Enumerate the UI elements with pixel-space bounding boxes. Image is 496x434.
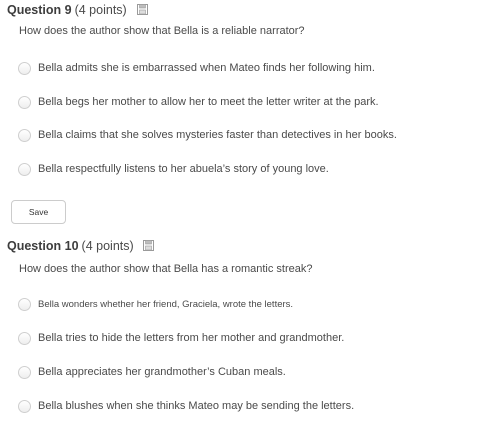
answer-option-1[interactable]: Bella wonders whether her friend, Gracie…	[18, 295, 293, 313]
answer-option-3[interactable]: Bella appreciates her grandmother’s Cuba…	[18, 363, 286, 381]
question-header: Question 10 (4 points)	[7, 239, 134, 253]
floppy-disk-icon[interactable]	[137, 4, 148, 15]
question-points: (4 points)	[74, 3, 127, 17]
question-header: Question 9 (4 points)	[7, 3, 127, 17]
option-label: Bella claims that she solves mysteries f…	[38, 129, 397, 141]
question-title: Question 10	[7, 239, 79, 253]
answer-option-2[interactable]: Bella tries to hide the letters from her…	[18, 329, 344, 347]
radio-button[interactable]	[18, 95, 31, 109]
option-label: Bella appreciates her grandmother’s Cuba…	[38, 366, 286, 378]
save-button[interactable]: Save	[11, 200, 66, 224]
radio-button[interactable]	[18, 331, 31, 345]
answer-option-4[interactable]: Bella blushes when she thinks Mateo may …	[18, 397, 354, 415]
question-points: (4 points)	[81, 239, 134, 253]
radio-button[interactable]	[18, 128, 31, 142]
question-prompt: How does the author show that Bella is a…	[19, 25, 305, 37]
option-label: Bella admits she is embarrassed when Mat…	[38, 62, 375, 74]
answer-option-4[interactable]: Bella respectfully listens to her abuela…	[18, 160, 329, 178]
radio-button[interactable]	[18, 399, 31, 413]
radio-button[interactable]	[18, 365, 31, 379]
option-label: Bella begs her mother to allow her to me…	[38, 96, 379, 108]
answer-option-1[interactable]: Bella admits she is embarrassed when Mat…	[18, 59, 375, 77]
option-label: Bella tries to hide the letters from her…	[38, 332, 345, 344]
question-prompt: How does the author show that Bella has …	[19, 263, 313, 275]
answer-option-2[interactable]: Bella begs her mother to allow her to me…	[18, 93, 379, 111]
radio-button[interactable]	[18, 297, 31, 311]
question-title: Question 9	[7, 3, 72, 17]
option-label: Bella blushes when she thinks Mateo may …	[38, 400, 355, 412]
floppy-disk-icon[interactable]	[143, 240, 154, 251]
option-label: Bella respectfully listens to her abuela…	[38, 163, 329, 175]
radio-button[interactable]	[18, 61, 31, 75]
radio-button[interactable]	[18, 162, 31, 176]
option-label: Bella wonders whether her friend, Gracie…	[38, 298, 294, 310]
answer-option-3[interactable]: Bella claims that she solves mysteries f…	[18, 126, 397, 144]
